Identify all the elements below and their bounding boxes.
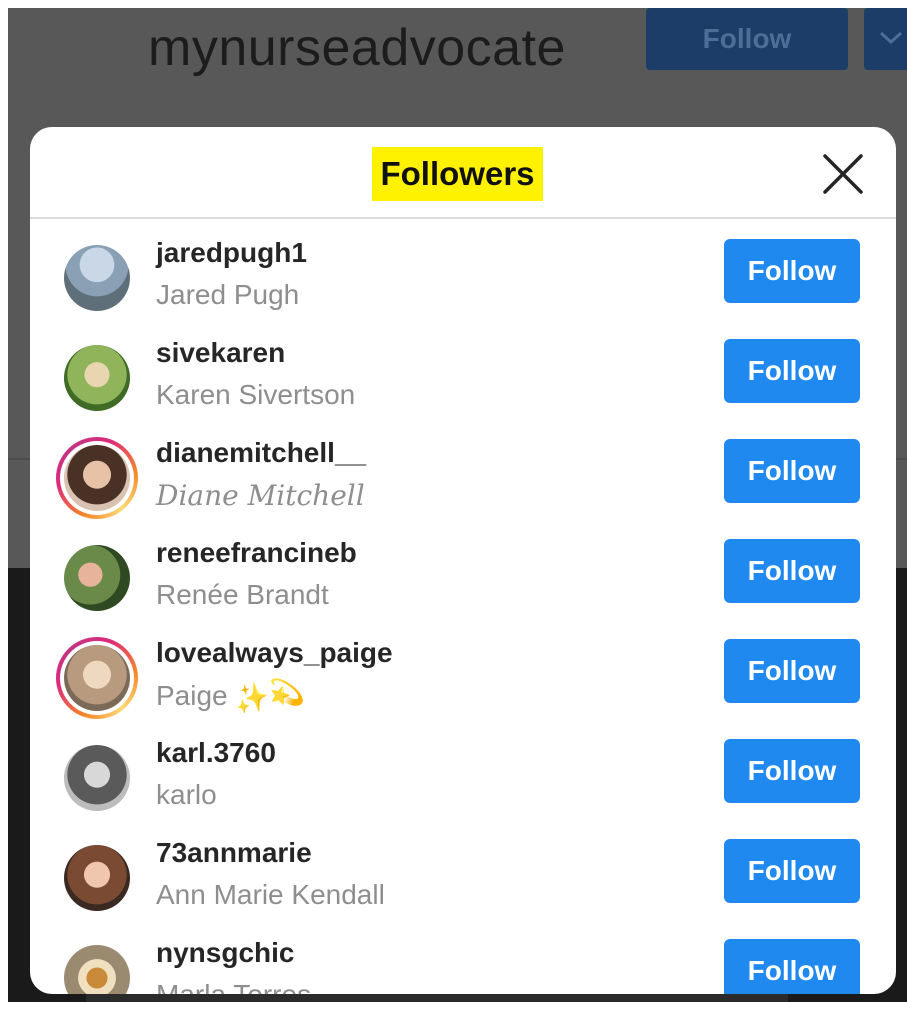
avatar[interactable] [56,937,138,994]
follower-username[interactable]: lovealways_paige [156,637,393,669]
avatar[interactable] [56,337,138,419]
follower-row[interactable]: 73annmarie Ann Marie Kendall Follow [30,829,896,929]
follower-username[interactable]: nynsgchic [156,937,294,969]
follow-button[interactable]: Follow [724,339,860,403]
follower-full-name: Diane Mitchell [156,479,365,512]
follower-username[interactable]: 73annmarie [156,837,312,869]
follower-full-name: Marla Torres [156,979,311,994]
follower-full-name-text: Paige [156,680,228,711]
avatar[interactable] [56,537,138,619]
follower-row[interactable]: jaredpugh1 Jared Pugh Follow [30,229,896,329]
avatar[interactable] [56,637,138,719]
avatar[interactable] [56,837,138,919]
follower-username[interactable]: reneefrancineb [156,537,357,569]
modal-title: Followers [372,147,543,201]
follow-button[interactable]: Follow [724,739,860,803]
avatar[interactable] [56,737,138,819]
follower-row[interactable]: nynsgchic Marla Torres Follow [30,929,896,994]
follower-row[interactable]: reneefrancineb Renée Brandt Follow [30,529,896,629]
follower-username[interactable]: jaredpugh1 [156,237,307,269]
follower-full-name: karlo [156,779,217,810]
close-icon[interactable] [820,151,866,197]
follow-button[interactable]: Follow [724,939,860,994]
chevron-down-icon[interactable] [864,8,907,70]
avatar[interactable] [56,437,138,519]
avatar[interactable] [56,237,138,319]
follower-username[interactable]: sivekaren [156,337,285,369]
follow-button[interactable]: Follow [724,439,860,503]
follower-full-name: Paige ✨💫 [156,674,306,717]
follower-full-name: Ann Marie Kendall [156,879,385,910]
followers-modal: Followers jaredpugh1 Jared Pugh Follow s… [30,127,896,994]
follower-row[interactable]: dianemitchell__ Diane Mitchell Follow [30,429,896,529]
follower-username[interactable]: dianemitchell__ [156,437,366,469]
profile-follow-button[interactable]: Follow [646,8,848,70]
follower-username[interactable]: karl.3760 [156,737,276,769]
follow-button[interactable]: Follow [724,639,860,703]
follow-button[interactable]: Follow [724,539,860,603]
follow-button[interactable]: Follow [724,839,860,903]
follower-full-name: Jared Pugh [156,279,300,310]
follower-full-name: Renée Brandt [156,579,329,610]
follow-button[interactable]: Follow [724,239,860,303]
follower-full-name: Karen Sivertson [156,379,356,410]
follower-row[interactable]: karl.3760 karlo Follow [30,729,896,829]
sparkle-icon: ✨💫 [231,674,306,717]
profile-username: mynurseadvocate [148,19,566,77]
follower-row[interactable]: lovealways_paige Paige ✨💫 Follow [30,629,896,729]
modal-header: Followers [30,127,896,219]
follower-row[interactable]: sivekaren Karen Sivertson Follow [30,329,896,429]
